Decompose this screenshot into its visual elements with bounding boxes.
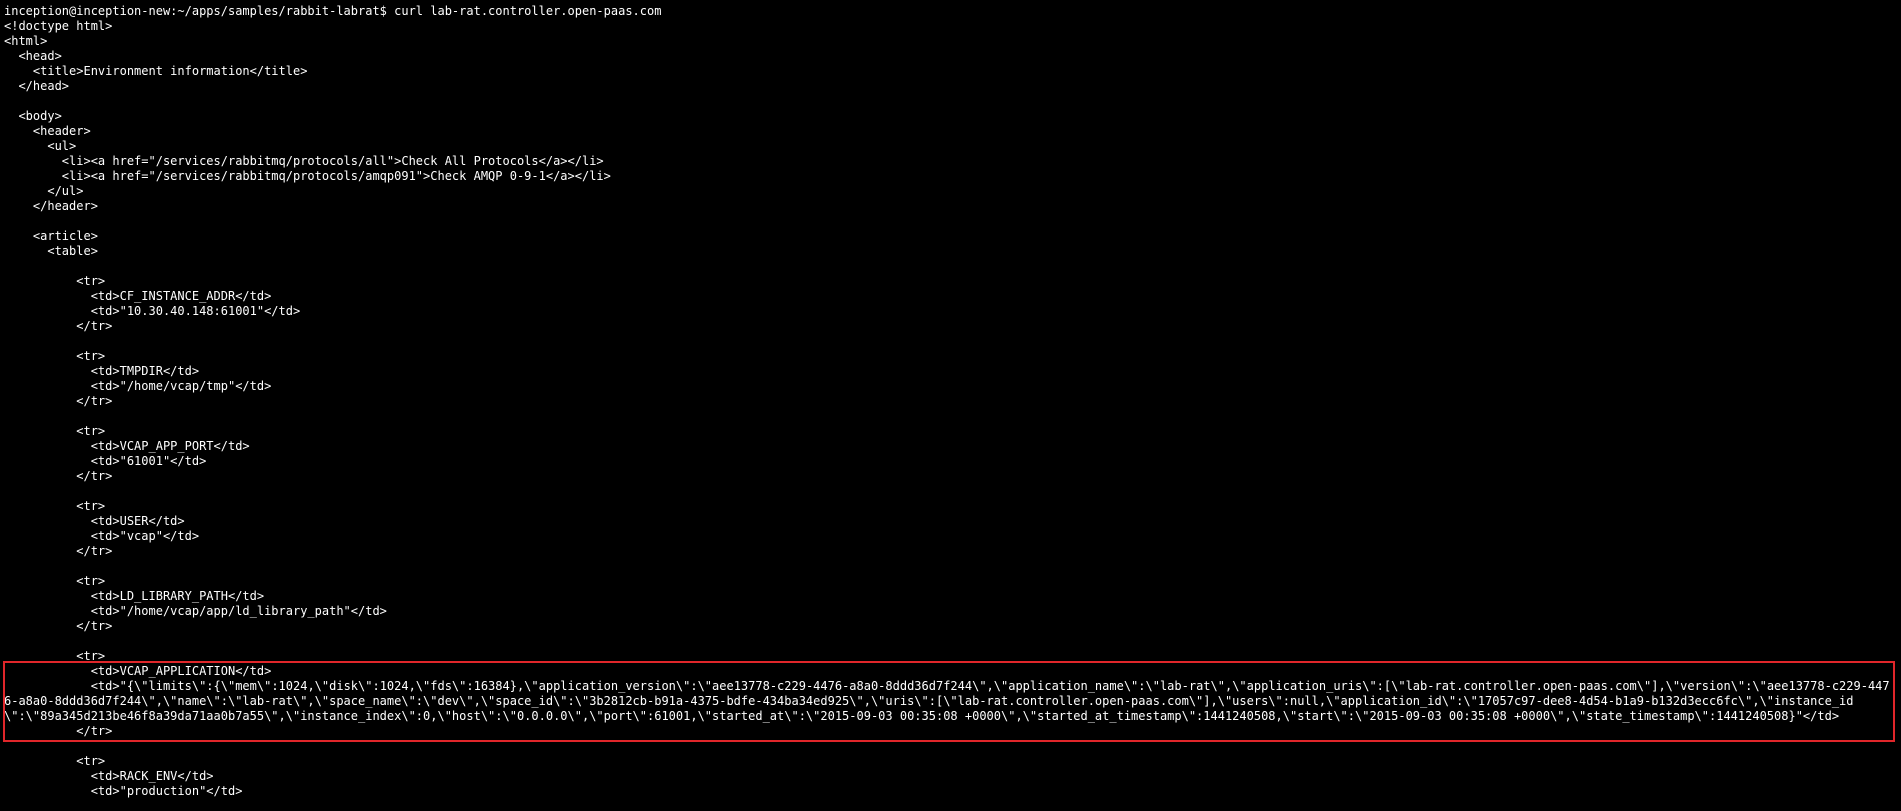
terminal-line: <header>: [4, 124, 91, 138]
terminal-line: </tr>: [4, 469, 113, 483]
terminal-line: <article>: [4, 229, 98, 243]
terminal-line: <td>"production"</td>: [4, 784, 243, 798]
terminal-line: <li><a href="/services/rabbitmq/protocol…: [4, 169, 611, 183]
terminal-line: <td>USER</td>: [4, 514, 185, 528]
terminal-line: <tr>: [4, 499, 106, 513]
terminal-line: <!doctype html>: [4, 19, 113, 33]
terminal-line: <tr>: [4, 649, 106, 663]
terminal-line: </ul>: [4, 184, 84, 198]
terminal-output-trailing: <tr> <td>RACK_ENV</td> <td>"production"<…: [4, 739, 1901, 799]
terminal-line: <td>"{\"limits\":{\"mem\":1024,\"disk\":…: [4, 679, 1890, 723]
terminal-line: <tr>: [4, 349, 106, 363]
terminal-window[interactable]: inception@inception-new:~/apps/samples/r…: [0, 0, 1901, 811]
terminal-output: inception@inception-new:~/apps/samples/r…: [4, 4, 1901, 664]
terminal-line: <td>"/home/vcap/tmp"</td>: [4, 379, 272, 393]
terminal-line: </tr>: [4, 319, 113, 333]
terminal-line: <body>: [4, 109, 62, 123]
terminal-line: <title>Environment information</title>: [4, 64, 308, 78]
terminal-line: <td>LD_LIBRARY_PATH</td>: [4, 589, 265, 603]
terminal-line: <tr>: [4, 754, 106, 768]
terminal-line: </tr>: [4, 394, 113, 408]
terminal-line: <td>CF_INSTANCE_ADDR</td>: [4, 289, 272, 303]
terminal-line: <td>TMPDIR</td>: [4, 364, 200, 378]
terminal-line: </tr>: [4, 544, 113, 558]
terminal-line: <tr>: [4, 424, 106, 438]
terminal-line: <td>"61001"</td>: [4, 454, 207, 468]
terminal-line: <head>: [4, 49, 62, 63]
terminal-line: <li><a href="/services/rabbitmq/protocol…: [4, 154, 604, 168]
terminal-line: <td>VCAP_APP_PORT</td>: [4, 439, 250, 453]
vcap-application-block: <td>VCAP_APPLICATION</td> <td>"{\"limits…: [4, 664, 1901, 739]
terminal-line: <tr>: [4, 274, 106, 288]
terminal-line: </header>: [4, 199, 98, 213]
terminal-line: <td>"vcap"</td>: [4, 529, 200, 543]
terminal-line: </tr>: [4, 724, 113, 738]
terminal-line: <td>RACK_ENV</td>: [4, 769, 214, 783]
terminal-line: <td>"/home/vcap/app/ld_library_path"</td…: [4, 604, 387, 618]
terminal-line: <ul>: [4, 139, 77, 153]
terminal-line: </head>: [4, 79, 70, 93]
terminal-line: <html>: [4, 34, 48, 48]
terminal-line: </tr>: [4, 619, 113, 633]
terminal-line: <td>VCAP_APPLICATION</td>: [4, 664, 272, 678]
terminal-line: <table>: [4, 244, 98, 258]
terminal-line: inception@inception-new:~/apps/samples/r…: [4, 4, 662, 18]
terminal-line: <tr>: [4, 574, 106, 588]
terminal-line: <td>"10.30.40.148:61001"</td>: [4, 304, 301, 318]
